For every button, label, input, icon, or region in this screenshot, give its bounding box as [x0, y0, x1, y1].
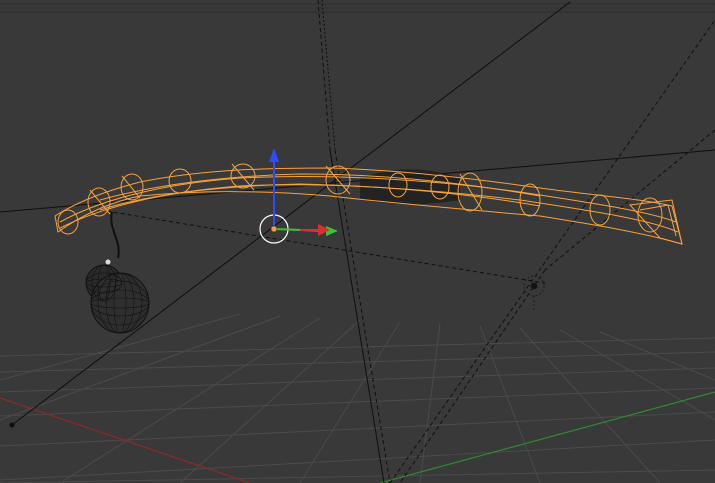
3d-viewport[interactable]: [0, 0, 715, 483]
viewport-background: [0, 0, 715, 483]
viewport-canvas[interactable]: [0, 0, 715, 483]
gizmo-center-icon[interactable]: [270, 225, 278, 233]
